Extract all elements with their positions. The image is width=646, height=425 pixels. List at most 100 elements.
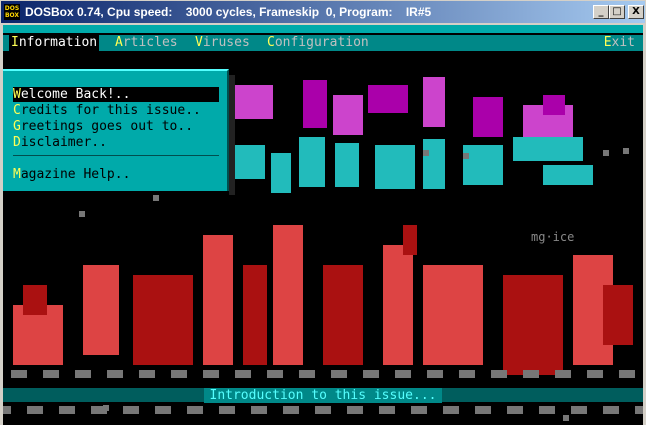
- art-cyan-block: [235, 145, 265, 179]
- art-grey-dither: [243, 370, 251, 378]
- window-title-bar[interactable]: DOS BOX DOSBox 0.74, Cpu speed: 3000 cycl…: [0, 0, 646, 24]
- art-grey-dither: [627, 370, 635, 378]
- art-red-block: [403, 225, 417, 255]
- art-cyan-block: [423, 139, 445, 189]
- art-cyan-block: [513, 137, 583, 161]
- art-grey-dither: [611, 406, 619, 414]
- dropdown-item-credits[interactable]: Credits for this issue..: [13, 103, 219, 118]
- art-grey-dither: [459, 370, 467, 378]
- art-grey-pixel: [623, 148, 629, 154]
- art-grey-dither: [179, 370, 187, 378]
- art-red-block: [273, 225, 303, 365]
- art-grey-dither: [467, 370, 475, 378]
- art-grey-dither: [147, 370, 155, 378]
- art-grey-dither: [59, 406, 67, 414]
- dos-screen[interactable]: mg·ice Information Articles Viruses Conf…: [3, 25, 643, 425]
- art-red-block: [23, 285, 47, 315]
- art-grey-dither: [515, 406, 523, 414]
- art-grey-dither: [75, 370, 83, 378]
- art-cyan-block: [299, 137, 325, 187]
- dropdown-shadow: [229, 75, 235, 195]
- art-magenta-block: [473, 97, 503, 137]
- art-magenta-block: [303, 80, 327, 128]
- art-grey-dither: [411, 406, 419, 414]
- art-grey-pixel: [423, 150, 429, 156]
- dropdown-separator: [13, 155, 219, 156]
- art-grey-dither: [435, 370, 443, 378]
- art-grey-pixel: [79, 211, 85, 217]
- art-grey-dither: [27, 406, 35, 414]
- art-grey-dither: [251, 406, 259, 414]
- dosbox-app-icon[interactable]: DOS BOX: [4, 4, 20, 20]
- art-grey-dither: [115, 370, 123, 378]
- art-red-block: [83, 265, 119, 355]
- menu-viruses[interactable]: Viruses: [195, 35, 250, 51]
- art-grey-pixel: [563, 415, 569, 421]
- art-grey-dither: [427, 370, 435, 378]
- minimize-button[interactable]: _: [593, 5, 609, 19]
- art-grey-dither: [171, 370, 179, 378]
- maximize-button[interactable]: □: [609, 5, 625, 19]
- art-grey-dither: [307, 370, 315, 378]
- art-magenta-block: [543, 95, 565, 115]
- dropdown-item-greetings[interactable]: Greetings goes out to..: [13, 119, 219, 134]
- art-grey-dither: [531, 370, 539, 378]
- art-grey-dither: [219, 406, 227, 414]
- art-cyan-block: [543, 165, 593, 185]
- art-red-block: [603, 285, 633, 345]
- art-grey-dither: [539, 406, 547, 414]
- art-grey-dither: [299, 370, 307, 378]
- art-grey-dither: [379, 406, 387, 414]
- art-red-block: [133, 275, 193, 365]
- menu-configuration[interactable]: Configuration: [267, 35, 369, 51]
- art-grey-dither: [11, 370, 19, 378]
- art-grey-dither: [187, 406, 195, 414]
- art-grey-dither: [587, 370, 595, 378]
- art-grey-dither: [371, 370, 379, 378]
- art-red-block: [423, 265, 483, 365]
- art-grey-dither: [635, 406, 643, 414]
- art-grey-dither: [475, 406, 483, 414]
- art-grey-dither: [547, 406, 555, 414]
- art-grey-dither: [387, 406, 395, 414]
- art-grey-dither: [195, 406, 203, 414]
- art-grey-dither: [131, 406, 139, 414]
- menu-articles[interactable]: Articles: [115, 35, 178, 51]
- art-grey-dither: [395, 370, 403, 378]
- art-grey-dither: [163, 406, 171, 414]
- art-grey-dither: [139, 370, 147, 378]
- art-grey-dither: [3, 406, 11, 414]
- dropdown-item-welcome-back[interactable]: Welcome Back!..: [13, 87, 219, 102]
- art-grey-dither: [347, 406, 355, 414]
- art-red-block: [503, 275, 563, 375]
- art-grey-dither: [155, 406, 163, 414]
- status-text: Introduction to this issue...: [203, 388, 443, 403]
- top-band: [3, 25, 643, 33]
- art-grey-dither: [507, 406, 515, 414]
- art-grey-dither: [211, 370, 219, 378]
- art-grey-pixel: [463, 153, 469, 159]
- art-magenta-block: [423, 77, 445, 127]
- close-button[interactable]: X: [628, 5, 644, 19]
- artist-signature: mg·ice: [531, 230, 575, 244]
- art-grey-dither: [491, 370, 499, 378]
- art-grey-dither: [331, 370, 339, 378]
- art-grey-dither: [499, 370, 507, 378]
- art-grey-dither: [451, 406, 459, 414]
- art-grey-dither: [419, 406, 427, 414]
- art-grey-dither: [35, 406, 43, 414]
- art-grey-dither: [363, 370, 371, 378]
- menu-exit[interactable]: Exit: [604, 35, 635, 51]
- dropdown-item-disclaimer[interactable]: Disclaimer..: [13, 135, 219, 150]
- menu-information[interactable]: Information: [9, 35, 100, 51]
- dropdown-item-magazine-help[interactable]: Magazine Help..: [13, 167, 219, 182]
- art-grey-pixel: [103, 405, 109, 411]
- art-grey-dither: [91, 406, 99, 414]
- art-grey-dither: [19, 370, 27, 378]
- art-grey-dither: [523, 370, 531, 378]
- art-cyan-block: [463, 145, 503, 185]
- art-grey-dither: [67, 406, 75, 414]
- art-grey-dither: [259, 406, 267, 414]
- art-grey-dither: [339, 370, 347, 378]
- art-grey-dither: [619, 370, 627, 378]
